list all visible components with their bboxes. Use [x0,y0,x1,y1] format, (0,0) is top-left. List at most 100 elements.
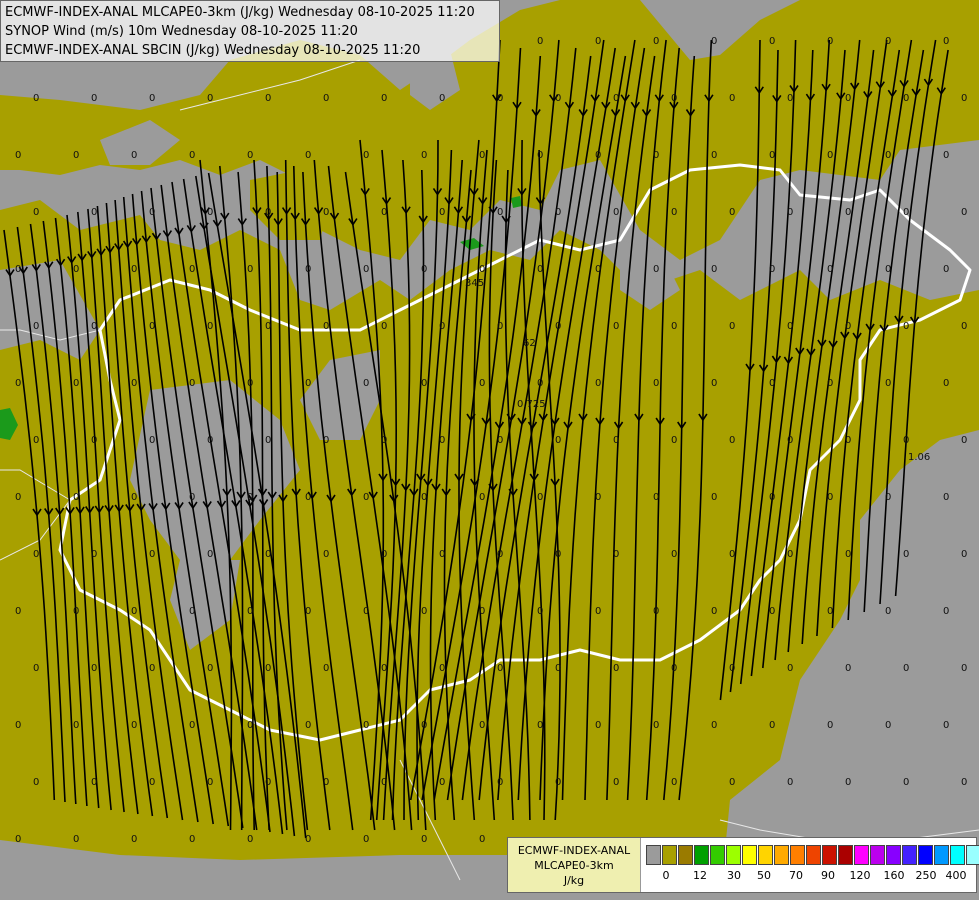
cin-zero-label: 0 [149,663,155,674]
cin-zero-label: 0 [265,435,271,446]
cin-zero-label: 0 [15,834,21,845]
cin-zero-label: 0 [149,207,155,218]
cin-zero-label: 0 [189,264,195,275]
cin-zero-label: 0 [555,93,561,104]
cin-zero-label: 0 [189,834,195,845]
cin-zero-label: 0 [711,606,717,617]
value-label: 345 [465,278,484,289]
cin-zero-label: 0 [845,777,851,788]
cin-zero-label: 0 [555,207,561,218]
cin-zero-label: 0 [827,264,833,275]
value-label: 62 [523,338,536,349]
cin-zero-label: 0 [189,606,195,617]
cin-zero-label: 0 [671,549,677,560]
cin-zero-label: 0 [207,777,213,788]
cin-zero-label: 0 [845,435,851,446]
legend-swatch [662,845,677,865]
cin-zero-label: 0 [91,93,97,104]
cin-zero-label: 0 [323,93,329,104]
legend-title-line: J/kg [563,874,585,887]
cin-zero-label: 0 [421,720,427,731]
cin-zero-label: 0 [787,207,793,218]
cin-zero-label: 0 [595,606,601,617]
cin-zero-label: 0 [439,435,445,446]
cin-zero-label: 0 [827,36,833,47]
cin-zero-label: 0 [555,663,561,674]
cin-zero-label: 0 [305,378,311,389]
cin-zero-label: 0 [421,606,427,617]
legend-tick-label: 50 [757,869,771,882]
cin-zero-label: 0 [381,435,387,446]
map-title-box: ECMWF-INDEX-ANAL MLCAPE0-3km (J/kg) Wedn… [0,0,500,62]
cin-zero-label: 0 [207,93,213,104]
legend-swatch [854,845,869,865]
cin-zero-label: 0 [497,93,503,104]
title-line-cape: ECMWF-INDEX-ANAL MLCAPE0-3km (J/kg) Wedn… [5,5,475,20]
cin-zero-label: 0 [305,834,311,845]
cin-zero-label: 0 [479,378,485,389]
cin-zero-label: 0 [265,777,271,788]
cin-zero-label: 0 [903,321,909,332]
cin-zero-label: 0 [943,150,949,161]
cin-zero-label: 0 [943,378,949,389]
legend-swatch [934,845,949,865]
cin-zero-label: 0 [827,150,833,161]
weather-map: 0 0 0 0 0 0 0 0 0 0 0 0 0 0 0 0 0 0 0 0 0 0 0 0 0 0 0 0 0 0 0 0 0 0 0 0 0 0 0 0… [0,0,979,900]
cin-zero-label: 0 [497,207,503,218]
cin-zero-label: 0 [363,720,369,731]
cin-zero-label: 0 [497,777,503,788]
legend-tick-label: 70 [789,869,803,882]
cin-zero-label: 0 [845,207,851,218]
cin-zero-label: 0 [653,492,659,503]
cin-zero-label: 0 [91,663,97,674]
legend-tick-label: 400 [945,869,967,882]
cin-zero-label: 0 [961,549,967,560]
cin-zero-label: 0 [15,264,21,275]
cin-zero-label: 0 [305,606,311,617]
cin-zero-label: 0 [769,492,775,503]
cin-zero-label: 0 [323,777,329,788]
cin-zero-label: 0 [595,720,601,731]
cin-zero-label: 0 [33,435,39,446]
cin-zero-label: 0 [265,207,271,218]
cin-zero-label: 0 [827,720,833,731]
cin-zero-label: 0 [729,549,735,560]
cin-zero-label: 0 [885,264,891,275]
cin-zero-label: 0 [439,93,445,104]
cin-zero-label: 0 [363,264,369,275]
legend-title-line: ECMWF-INDEX-ANAL [517,844,631,857]
cin-zero-label: 0 [903,777,909,788]
cin-zero-label: 0 [421,264,427,275]
cin-zero-label: 0 [711,150,717,161]
cin-zero-label: 0 [73,492,79,503]
legend-tick-label: 160 [883,869,905,882]
legend-tick-label: 30 [727,869,741,882]
cin-zero-label: 0 [207,549,213,560]
cin-zero-label: 0 [15,492,21,503]
cin-zero-label: 0 [73,378,79,389]
cin-zero-label: 0 [769,606,775,617]
legend-swatches [646,845,979,865]
cin-zero-label: 0 [595,492,601,503]
legend-title: ECMWF-INDEX-ANAL MLCAPE0-3km J/kg [508,838,641,892]
cin-zero-label: 0 [653,606,659,617]
cin-zero-label: 0 [943,720,949,731]
cin-zero-label: 0 [439,321,445,332]
cin-zero-label: 0 [33,321,39,332]
cin-zero-label: 0 [305,150,311,161]
title-line-wind: SYNOP Wind (m/s) 10m Wednesday 08-10-202… [5,24,358,39]
cin-zero-label: 0 [671,663,677,674]
cin-zero-label: 0 [537,606,543,617]
cin-zero-label: 0 [131,492,137,503]
cin-zero-label: 0 [885,606,891,617]
cin-zero-label: 0 [247,606,253,617]
cin-zero-label: 0 [555,321,561,332]
cin-zero-label: 0 [73,150,79,161]
cin-zero-label: 0 [363,378,369,389]
cin-zero-label: 0 [265,663,271,674]
cin-zero-label: 0 [91,777,97,788]
cin-zero-label: 0 [787,321,793,332]
cin-zero-label: 0 [15,606,21,617]
cin-zero-label: 0 [711,378,717,389]
map-canvas: 0 0 0 0 0 0 0 0 0 0 0 0 0 0 0 0 0 0 0 0 0 0 0 0 0 0 0 0 0 0 0 0 0 0 0 0 0 0 0 0… [0,0,979,900]
